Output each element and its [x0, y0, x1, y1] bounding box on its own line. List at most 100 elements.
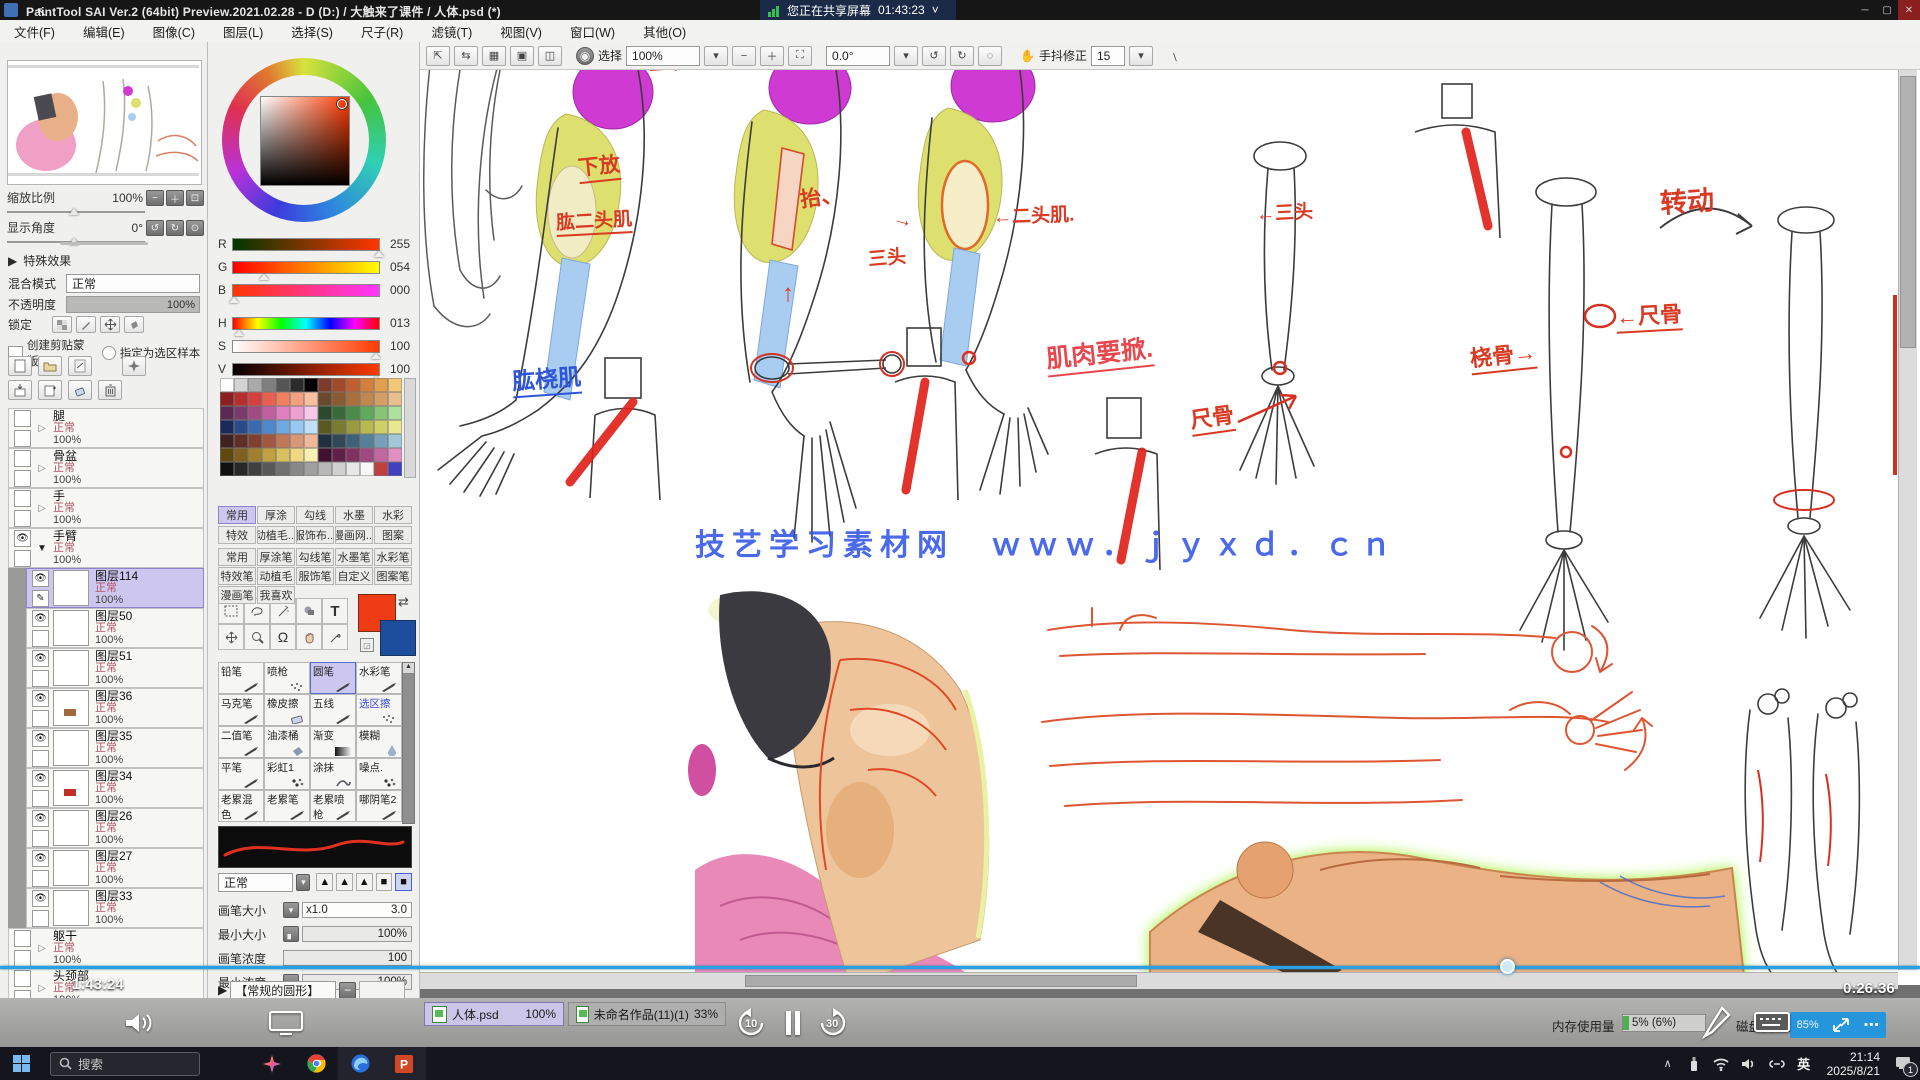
color-swatch[interactable]	[346, 406, 360, 420]
brush-item[interactable]: 老累混色	[218, 790, 264, 822]
brush-item[interactable]: 油漆桶	[264, 726, 310, 758]
zoom-in-button[interactable]: ＋	[760, 46, 784, 66]
menu-item[interactable]: 图层(L)	[209, 20, 277, 42]
layer-edit-checkbox[interactable]	[32, 830, 49, 847]
color-swatch[interactable]	[360, 462, 374, 476]
layer-row[interactable]: 👁图层33正常100%	[26, 888, 204, 928]
brush-tab[interactable]: 常用	[218, 506, 256, 524]
color-swatch[interactable]	[374, 392, 388, 406]
color-swatch[interactable]	[290, 406, 304, 420]
layer-visibility-checkbox[interactable]	[14, 930, 31, 947]
brush-item[interactable]: 圆笔	[310, 662, 356, 694]
menu-item[interactable]: 其他(O)	[629, 20, 700, 42]
shrink-window-icon[interactable]	[1832, 1017, 1850, 1033]
text-tool[interactable]: T	[322, 598, 348, 624]
layer-visibility-checkbox[interactable]	[14, 410, 31, 427]
color-swatch[interactable]	[248, 392, 262, 406]
color-swatch[interactable]	[318, 406, 332, 420]
layer-edit-checkbox[interactable]	[32, 710, 49, 727]
color-swatch[interactable]	[304, 448, 318, 462]
player-mini-controls[interactable]: 85% ⋯	[1790, 1012, 1886, 1038]
zoom-tool[interactable]	[244, 624, 270, 650]
folder-expand-arrow[interactable]: ▷	[35, 503, 49, 514]
layer-row[interactable]: 👁图层34正常100%	[26, 768, 204, 808]
brush-group[interactable]: 我喜欢	[257, 586, 295, 604]
menu-item[interactable]: 视图(V)	[486, 20, 556, 42]
color-swatch[interactable]	[332, 448, 346, 462]
color-swatch[interactable]	[276, 434, 290, 448]
menu-item[interactable]: 选择(S)	[277, 20, 347, 42]
reset-view-button[interactable]: ⇱	[426, 46, 450, 66]
menu-item[interactable]: 文件(F)	[0, 20, 69, 42]
brush-tab[interactable]: 水彩	[374, 506, 412, 524]
color-swatch[interactable]	[374, 434, 388, 448]
layer-row[interactable]: ▷躯干正常100%	[8, 928, 204, 968]
tray-expand-icon[interactable]: ∧	[1655, 1047, 1681, 1080]
brush-group[interactable]: 水彩笔	[374, 548, 412, 566]
brush-item[interactable]: 老累喷枪	[310, 790, 356, 822]
layer-visibility-checkbox[interactable]: 👁	[32, 690, 49, 707]
blend-mode-select[interactable]: 正常	[66, 274, 200, 293]
brush-item[interactable]: 五线	[310, 694, 356, 726]
color-swatch[interactable]	[220, 448, 234, 462]
brush-group[interactable]: 动植毛	[257, 567, 295, 585]
color-swatch[interactable]	[346, 448, 360, 462]
angle-dropdown-button[interactable]: ▾	[894, 46, 918, 66]
nav-zoom-reset-button[interactable]: ⊡	[186, 190, 204, 206]
layer-row[interactable]: 👁图层35正常100%	[26, 728, 204, 768]
menu-item[interactable]: 图像(C)	[139, 20, 209, 42]
setting-option-button[interactable]: ▾	[283, 902, 299, 918]
color-swatch[interactable]	[374, 462, 388, 476]
lock-transparency-icon[interactable]	[52, 316, 72, 333]
secondary-color-swatch[interactable]	[380, 620, 416, 656]
brush-item[interactable]: 马克笔	[218, 694, 264, 726]
color-swatch[interactable]	[248, 462, 262, 476]
eyedropper-tool[interactable]	[322, 624, 348, 650]
brush-item[interactable]: 涂抹	[310, 758, 356, 790]
move-tool[interactable]	[218, 624, 244, 650]
color-swatch[interactable]	[332, 434, 346, 448]
color-swatch[interactable]	[262, 420, 276, 434]
color-swatch[interactable]	[290, 448, 304, 462]
color-swatch[interactable]	[360, 420, 374, 434]
brush-scrollbar[interactable]: ▲	[402, 662, 415, 824]
color-swatch[interactable]	[318, 378, 332, 392]
color-swatch[interactable]	[248, 378, 262, 392]
vertical-scroll-thumb[interactable]	[1900, 76, 1916, 348]
color-swatch[interactable]	[262, 462, 276, 476]
color-swatch[interactable]	[276, 462, 290, 476]
brush-tab[interactable]: 厚涂	[257, 506, 295, 524]
color-swatch[interactable]	[318, 392, 332, 406]
zoom-dropdown-button[interactable]: ▾	[704, 46, 728, 66]
brush-blend-dropdown[interactable]: ▾	[296, 874, 310, 891]
rotate-canvas-tool[interactable]: Ω	[270, 624, 296, 650]
color-swatch[interactable]	[318, 434, 332, 448]
layer-edit-checkbox[interactable]	[32, 670, 49, 687]
folder-expand-arrow[interactable]: ▷	[35, 983, 49, 994]
color-swatch[interactable]	[234, 462, 248, 476]
brush-item[interactable]: 模糊	[356, 726, 402, 758]
color-swatch[interactable]	[276, 392, 290, 406]
brush-item[interactable]: 铅笔	[218, 662, 264, 694]
color-swatch[interactable]	[332, 392, 346, 406]
layer-edit-checkbox[interactable]: ✎	[32, 590, 49, 607]
brush-group[interactable]: 常用	[218, 548, 256, 566]
color-swatch[interactable]	[388, 392, 402, 406]
chevron-down-icon[interactable]: ˅	[932, 3, 939, 17]
drawing-canvas[interactable]: 三角肌下放肱二头肌抬、→三头←二头肌.←三头↑肱桡肌肌肉要掀.尺骨转动桡骨→←尺…	[420, 70, 1920, 985]
nav-zoom-in-button[interactable]: ＋	[166, 190, 184, 206]
duplicate-layer-button[interactable]	[38, 380, 62, 400]
nav-zoom-out-button[interactable]: −	[146, 190, 164, 206]
color-swatch[interactable]	[248, 420, 262, 434]
brush-group[interactable]: 特效笔	[218, 567, 256, 585]
brush-shape-minus[interactable]: −	[339, 982, 356, 999]
nib-shape-3[interactable]: ▲	[356, 873, 373, 891]
panel-divider-handle[interactable]	[60, 242, 148, 245]
brush-item[interactable]: 彩虹1	[264, 758, 310, 790]
color-swatch[interactable]	[374, 420, 388, 434]
brush-item[interactable]: 二值笔	[218, 726, 264, 758]
nib-shape-5[interactable]: ■	[395, 873, 412, 891]
layer-visibility-checkbox[interactable]	[14, 450, 31, 467]
minimize-button[interactable]: ─	[1854, 0, 1876, 20]
search-input[interactable]: 搜索	[50, 1052, 200, 1076]
